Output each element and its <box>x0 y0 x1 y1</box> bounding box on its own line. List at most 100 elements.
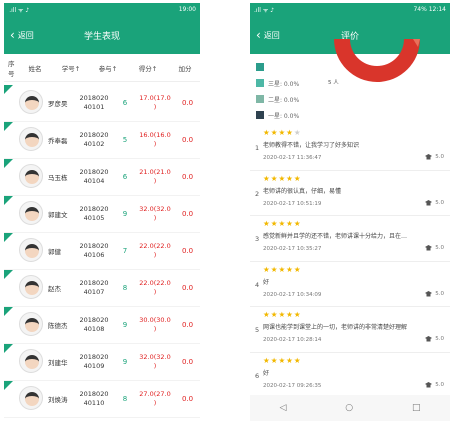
student-name: 刘建华 <box>48 359 68 367</box>
review-score: 5.0 <box>425 290 444 297</box>
score-line1: 21.0(21.0 <box>139 168 171 176</box>
review-text: 感觉新鲜并且学的还不错，老师讲课十分给力，且在… <box>263 233 408 240</box>
graduation-cap-icon <box>425 290 433 296</box>
row-corner-marker <box>4 85 13 94</box>
participation-count: 9 <box>122 210 128 218</box>
participation-count: 6 <box>122 99 128 107</box>
table-row[interactable]: 罗彦昊 2018020 40101 6 17.0(17.0 ) 0.0 <box>4 85 200 122</box>
donut-count-label: 5 人 <box>328 80 339 86</box>
avatar-face-icon <box>25 281 39 295</box>
score: 22.0(22.0 ) <box>138 279 172 297</box>
bonus-score: 0.0 <box>182 210 194 218</box>
bonus-score: 0.0 <box>182 173 194 181</box>
student-id-line2: 40105 <box>83 214 105 222</box>
review-index: 3 <box>255 235 260 243</box>
review-score-value: 5.0 <box>435 245 444 251</box>
student-name: 马玉栋 <box>48 174 68 182</box>
review-index: 4 <box>255 280 260 289</box>
graduation-cap-icon <box>425 199 433 205</box>
star-rating: ★★★★★ <box>263 128 302 137</box>
review-date: 2020-02-17 10:35:27 <box>263 246 322 252</box>
legend-swatch <box>256 111 264 119</box>
student-id-line1: 2018020 <box>79 131 109 139</box>
score-line1: 16.0(16.0 <box>139 131 171 139</box>
bonus-score: 0.0 <box>182 284 194 292</box>
nav-back-icon[interactable]: ◁ <box>279 403 286 413</box>
student-performance-screen: .ıll ᯤ ♪ 19:00 ‹ 返回 学生表现 序号 姓名 学号↑ 参与↑ 得… <box>4 3 200 421</box>
review-index: 2 <box>255 189 260 198</box>
review-text: 老师讲的很认真，仔细，易懂 <box>263 187 342 195</box>
score-line2: ) <box>153 140 157 148</box>
student-list: 罗彦昊 2018020 40101 6 17.0(17.0 ) 0.0 乔奉磊 … <box>4 85 200 418</box>
legend-swatch <box>256 79 264 87</box>
graduation-cap-icon <box>425 336 433 342</box>
score: 22.0(22.0 ) <box>138 242 172 260</box>
participation-count: 8 <box>122 284 128 292</box>
star-rating: ★★★★★ <box>263 355 302 365</box>
legend-item: 一星: 0.0% <box>256 107 299 123</box>
status-battery-time: 74% 12:14 <box>413 6 446 13</box>
table-row[interactable]: 马玉栋 2018020 40104 6 21.0(21.0 ) 0.0 <box>4 159 200 196</box>
student-id-line1: 2018020 <box>79 279 109 287</box>
table-row[interactable]: 赵杰 2018020 40107 8 22.0(22.0 ) 0.0 <box>4 270 200 307</box>
back-button[interactable]: ‹ 返回 <box>4 29 34 41</box>
table-row[interactable]: 刘建华 2018020 40109 9 32.0(32.0 ) 0.0 <box>4 344 200 381</box>
back-label: 返回 <box>17 30 34 40</box>
score-line2: ) <box>153 103 157 111</box>
student-id-line2: 40102 <box>83 140 105 148</box>
col-id-sort[interactable]: 学号↑ <box>50 63 92 73</box>
nav-home-icon[interactable]: ○ <box>345 403 353 413</box>
score: 30.0(30.0 ) <box>138 316 172 334</box>
review-index: 1 <box>255 144 260 152</box>
score: 32.0(32.0 ) <box>138 353 172 371</box>
rating-donut-chart <box>334 39 420 82</box>
row-corner-marker <box>4 307 13 316</box>
student-id: 2018020 40101 <box>76 94 112 112</box>
table-row[interactable]: 郭健 2018020 40106 7 22.0(22.0 ) 0.0 <box>4 233 200 270</box>
review-text: 老师教得不错，让我学习了好多知识 <box>263 142 360 149</box>
student-id-line2: 40101 <box>83 103 105 111</box>
student-id-line2: 40106 <box>83 251 105 259</box>
table-row[interactable]: 郭建文 2018020 40105 9 32.0(32.0 ) 0.0 <box>4 196 200 233</box>
review-text: 好 <box>263 278 270 286</box>
student-name: 刘焕涛 <box>48 396 68 404</box>
row-corner-marker <box>4 122 13 131</box>
col-score-sort[interactable]: 得分↑ <box>124 63 172 73</box>
review-score: 5.0 <box>425 154 444 160</box>
nav-recents-icon[interactable]: □ <box>412 403 421 413</box>
row-corner-marker <box>4 381 13 390</box>
avatar <box>19 127 43 151</box>
back-button[interactable]: ‹ 返回 <box>250 29 280 41</box>
avatar <box>19 90 43 114</box>
avatar-face-icon <box>25 170 39 184</box>
table-row[interactable]: 刘焕涛 2018020 40110 8 27.0(27.0 ) 0.0 <box>4 381 200 418</box>
legend-label: 二星: 0.0% <box>268 96 300 104</box>
student-id-line1: 2018020 <box>79 168 109 176</box>
review-score: 5.0 <box>425 381 444 388</box>
avatar <box>19 386 43 410</box>
student-id: 2018020 40107 <box>76 279 112 297</box>
legend-item <box>256 59 299 75</box>
score-line2: ) <box>153 399 157 407</box>
table-row[interactable]: 陈德杰 2018020 40108 9 30.0(30.0 ) 0.0 <box>4 307 200 344</box>
student-name: 罗彦昊 <box>48 100 68 108</box>
star-rating: ★★★★★ <box>263 310 302 319</box>
score: 27.0(27.0 ) <box>138 390 172 408</box>
score: 16.0(16.0 ) <box>138 131 172 149</box>
back-label: 返回 <box>263 30 280 40</box>
bonus-score: 0.0 <box>182 247 194 255</box>
student-id-line1: 2018020 <box>79 390 109 398</box>
col-join-sort[interactable]: 参与↑ <box>92 63 124 73</box>
col-bonus: 加分 <box>178 64 192 73</box>
legend-item: 二星: 0.0% <box>256 91 299 107</box>
student-name: 郭健 <box>48 248 61 256</box>
status-signal: .ıll ᯤ ♪ <box>254 6 275 14</box>
review-list: ★★★★★ 1 老师教得不错，让我学习了好多知识 2020-02-17 11:3… <box>250 125 450 398</box>
table-row[interactable]: 乔奉磊 2018020 40102 5 16.0(16.0 ) 0.0 <box>4 122 200 159</box>
score-line1: 22.0(22.0 <box>139 279 171 287</box>
star-rating: ★★★★★ <box>263 264 302 274</box>
score: 32.0(32.0 ) <box>138 205 172 223</box>
graduation-cap-icon <box>425 245 433 251</box>
graduation-cap-icon <box>425 154 433 160</box>
student-id-line1: 2018020 <box>79 242 109 250</box>
